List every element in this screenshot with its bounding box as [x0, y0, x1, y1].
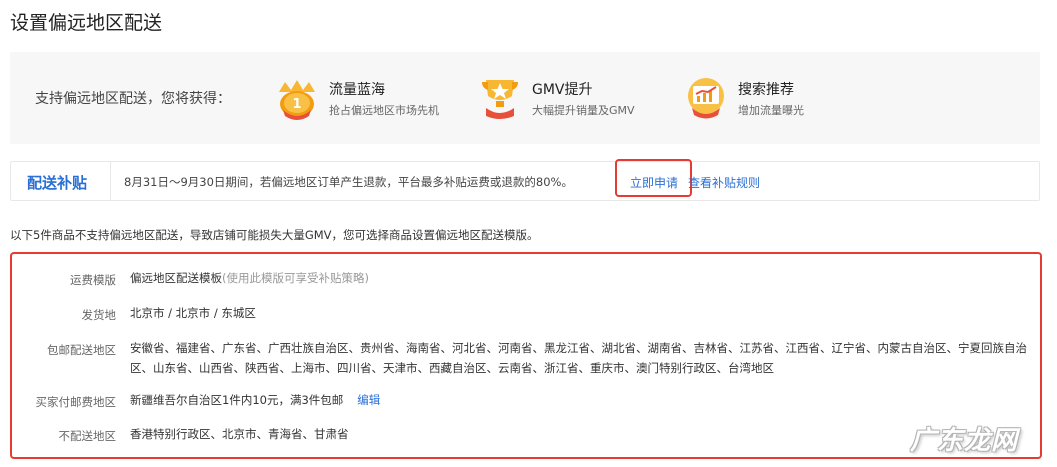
traffic-medal-icon: 1	[279, 80, 315, 120]
benefit-desc: 增加流量曝光	[738, 104, 804, 117]
subsidy-divider	[110, 162, 111, 200]
page: 设置偏远地区配送 支持偏远地区配送，您将获得： 1 流量蓝海 抢占偏远地区市场先…	[0, 0, 1057, 467]
watermark-logo: 广东龙网	[910, 426, 1019, 456]
row-value: 新疆维吾尔自治区1件内10元，满3件包邮 编辑	[130, 390, 1030, 410]
row-value: 香港特别行政区、北京市、青海省、甘肃省	[130, 427, 349, 441]
benefits-panel: 支持偏远地区配送，您将获得： 1 流量蓝海 抢占偏远地区市场先机 GMV提升 大…	[10, 52, 1040, 144]
template-name: 偏远地区配送模板	[130, 271, 222, 285]
benefits-lead: 支持偏远地区配送，您将获得：	[35, 91, 231, 107]
benefit-desc: 抢占偏远地区市场先机	[329, 104, 439, 117]
benefit-title: 流量蓝海	[329, 82, 385, 98]
subsidy-bar: 配送补贴 8月31日～9月30日期间，若偏远地区订单产生退款，平台最多补贴运费或…	[10, 159, 1040, 201]
row-label: 不配送地区	[58, 429, 117, 443]
gmv-trophy-icon	[482, 80, 518, 119]
benefit-desc: 大幅提升销量及GMV	[532, 104, 635, 117]
row-value: 偏远地区配送模板(使用此模版可享受补贴策略)	[130, 268, 1030, 288]
subsidy-text: 8月31日～9月30日期间，若偏远地区订单产生退款，平台最多补贴运费或退款的80…	[124, 175, 573, 189]
row-label: 发货地	[81, 308, 117, 322]
edit-button[interactable]: 编辑	[357, 393, 380, 407]
apply-now-link[interactable]: 立即申请	[630, 174, 678, 191]
subsidy-title: 配送补贴	[27, 174, 88, 192]
benefit-title: 搜索推荐	[738, 82, 794, 98]
search-growth-icon	[688, 78, 724, 119]
row-label: 买家付邮费地区	[35, 395, 117, 409]
row-value: 安徽省、福建省、广东省、广西壮族自治区、贵州省、海南省、河北省、河南省、黑龙江省…	[130, 341, 1027, 375]
benefit-title: GMV提升	[532, 82, 593, 98]
template-hint: (使用此模版可享受补贴策略)	[222, 271, 369, 285]
row-value: 北京市 / 北京市 / 东城区	[130, 306, 256, 320]
unsupported-products-notice: 以下5件商品不支持偏远地区配送，导致店铺可能损失大量GMV，您可选择商品设置偏远…	[10, 228, 539, 242]
svg-text:1: 1	[292, 97, 301, 112]
view-subsidy-rules-link[interactable]: 查看补贴规则	[688, 174, 760, 191]
shipping-template-details: 运费模版 偏远地区配送模板(使用此模版可享受补贴策略) 发货地 北京市 / 北京…	[10, 252, 1042, 459]
page-title: 设置偏远地区配送	[10, 12, 163, 34]
row-label: 运费模版	[70, 273, 116, 287]
buyer-pays-rule: 新疆维吾尔自治区1件内10元，满3件包邮	[130, 393, 344, 407]
row-label: 包邮配送地区	[47, 343, 116, 357]
